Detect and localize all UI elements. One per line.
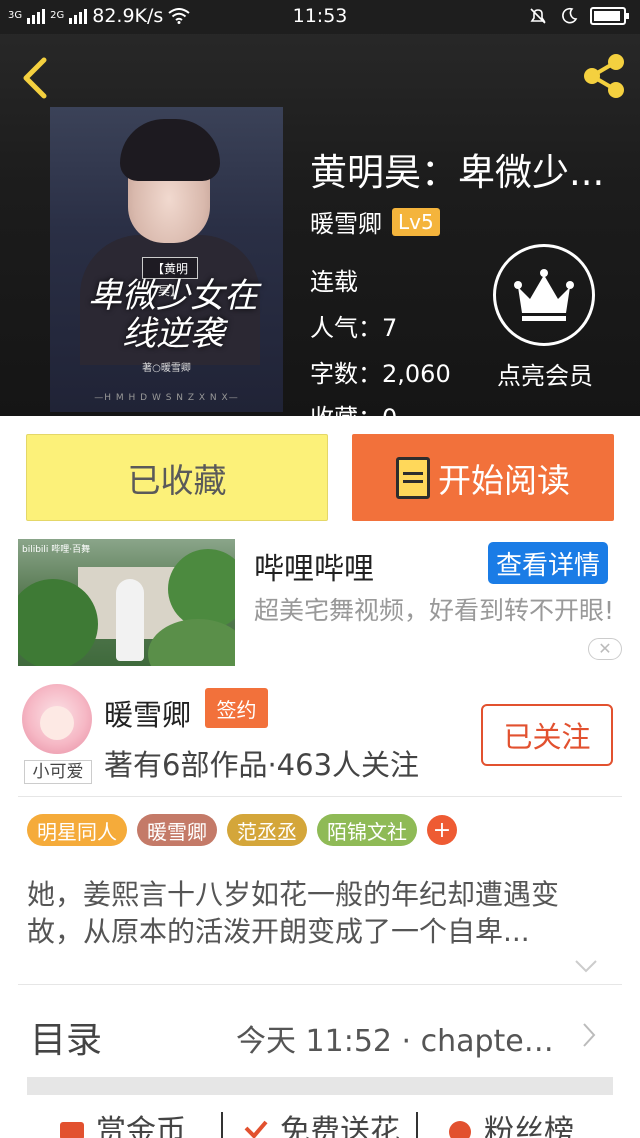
- flower-icon: [244, 1120, 268, 1138]
- reward-coins-label: 赏金币: [96, 1114, 186, 1138]
- word-count-value: 2,060: [382, 360, 451, 388]
- cover-figure-hair: [120, 119, 220, 181]
- divider: [416, 1112, 418, 1138]
- author-row: 暖雪卿 Lv5: [310, 204, 440, 239]
- book-header: 3G 2G 82.9K/s 11:53 【黄明昊】 卑微少女在线逆袭 著○暖雪卿…: [0, 0, 640, 416]
- section-separator: [27, 1077, 613, 1095]
- divider: [221, 1112, 223, 1138]
- signed-badge: 签约: [205, 688, 268, 728]
- book-detail-content: 已收藏 开始阅读 bilibili 哔哩·百舞 哔哩哔哩 查看详情 超美宅舞视频…: [0, 416, 640, 1138]
- vip-label[interactable]: 点亮会员: [486, 356, 604, 391]
- synopsis[interactable]: 她，姜熙言十八岁如花一般的年纪却遭遇变故，从原本的活泼开朗变成了一个自卑...: [27, 876, 613, 950]
- mute-bell-icon: [530, 8, 546, 24]
- free-flower-button[interactable]: 免费送花: [242, 1106, 400, 1138]
- divider: [18, 984, 622, 985]
- fans-icon: [449, 1121, 471, 1138]
- word-count-label: 字数：: [310, 360, 382, 388]
- add-tag-button[interactable]: +: [427, 815, 457, 845]
- share-icon[interactable]: [578, 52, 630, 100]
- collect-count-stat: 收藏：0: [310, 398, 397, 416]
- free-flower-label: 免费送花: [280, 1114, 400, 1138]
- author-name[interactable]: 暖雪卿: [310, 204, 382, 239]
- do-not-disturb-moon-icon: [562, 7, 578, 24]
- avatar-tag: 小可爱: [24, 760, 92, 784]
- cover-byline: 著○暖雪卿: [142, 363, 191, 374]
- divider: [18, 796, 622, 797]
- book-title: 黄明昊：卑微少...: [310, 151, 605, 194]
- tag-list: 明星同人 暖雪卿 范丞丞 陌锦文社 +: [27, 814, 457, 846]
- book-cover-image[interactable]: 【黄明昊】 卑微少女在线逆袭 著○暖雪卿 —H M H D W S N Z X …: [50, 107, 283, 412]
- cover-footer: —H M H D W S N Z X N X—: [94, 393, 239, 403]
- toc-label[interactable]: 目录: [30, 1011, 102, 1063]
- collected-button[interactable]: 已收藏: [26, 434, 328, 521]
- popularity-label: 人气：: [310, 314, 382, 342]
- status-right: [528, 6, 629, 26]
- tag-item[interactable]: 范丞丞: [227, 814, 307, 846]
- popularity-stat: 人气：7: [310, 308, 397, 343]
- vip-crown-button[interactable]: [493, 244, 595, 346]
- tag-item[interactable]: 陌锦文社: [317, 814, 417, 846]
- chevron-down-icon[interactable]: [572, 956, 600, 976]
- toc-latest-chapter[interactable]: 今天 11:52 · chapter...: [236, 1016, 558, 1060]
- fans-rank-button[interactable]: 粉丝榜: [446, 1106, 574, 1138]
- book-icon: [396, 456, 430, 499]
- word-count-stat: 字数：2,060: [310, 354, 451, 389]
- ad-thumb-dancer: [116, 579, 144, 661]
- fans-rank-label: 粉丝榜: [484, 1114, 574, 1138]
- reward-coins-button[interactable]: 赏金币: [58, 1106, 186, 1138]
- ad-title[interactable]: 哔哩哔哩: [254, 544, 374, 588]
- author-stats: 著有6部作品·463人关注: [104, 748, 420, 782]
- ad-description[interactable]: 超美宅舞视频，好看到转不开眼!: [254, 594, 626, 628]
- battery-icon: [590, 7, 629, 25]
- collect-count-value: 0: [382, 404, 397, 416]
- start-reading-button[interactable]: 开始阅读: [352, 434, 614, 521]
- back-arrow-icon[interactable]: [18, 56, 52, 100]
- ad-detail-button[interactable]: 查看详情: [488, 542, 608, 584]
- status-bar: 3G 2G 82.9K/s 11:53: [0, 0, 640, 34]
- cover-title: 卑微少女在线逆袭: [88, 276, 258, 354]
- tag-item[interactable]: 暖雪卿: [137, 814, 217, 846]
- bottom-action-row: 赏金币 免费送花 粉丝榜: [0, 1106, 640, 1138]
- crown-icon: [514, 269, 574, 321]
- ad-thumb-watermark: bilibili 哔哩·百舞: [22, 545, 91, 555]
- collect-count-label: 收藏：: [310, 404, 382, 416]
- chevron-right-icon[interactable]: [580, 1020, 598, 1050]
- serial-status: 连载: [310, 268, 358, 296]
- popularity-value: 7: [382, 314, 398, 342]
- coin-icon: [60, 1122, 84, 1138]
- level-badge: Lv5: [392, 207, 440, 236]
- followed-button[interactable]: 已关注: [481, 704, 613, 766]
- ad-close-button[interactable]: ✕: [588, 638, 622, 660]
- author-avatar[interactable]: [22, 684, 92, 754]
- tag-item[interactable]: 明星同人: [27, 814, 127, 846]
- author-card-name[interactable]: 暖雪卿: [104, 692, 191, 734]
- ad-thumbnail[interactable]: bilibili 哔哩·百舞: [18, 539, 235, 666]
- start-reading-label: 开始阅读: [438, 460, 570, 500]
